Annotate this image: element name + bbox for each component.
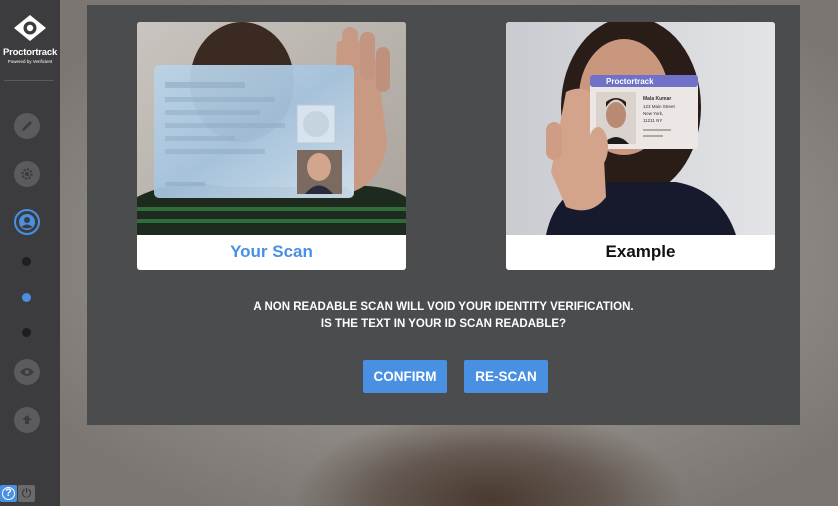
upload-icon[interactable] [14,407,40,433]
eye-icon[interactable] [14,359,40,385]
step-dot-3 [22,328,31,337]
confirm-button[interactable]: CONFIRM [363,360,447,393]
eye-logo-icon [13,14,47,42]
example-card: Proctortrack Mala Kumar 123 Main Street … [506,22,775,270]
rescan-button[interactable]: RE-SCAN [464,360,548,393]
example-id-address1: 123 Main Street [643,104,676,109]
example-id-name: Mala Kumar [643,96,671,102]
step-dot-1 [22,257,31,266]
sidebar-divider [4,80,54,81]
help-icon: ? [2,487,15,500]
power-icon: ⏻ [21,486,32,500]
power-button[interactable]: ⏻ [18,485,35,502]
example-caption: Example [605,242,676,261]
gear-icon[interactable] [14,161,40,187]
id-scan-review-modal: Your Scan Proctortrack Mala Kumar 123 Ma… [87,5,800,425]
example-id-address2: New York, [643,111,663,116]
help-button[interactable]: ? [0,485,17,502]
proctortrack-logo: Proctortrack Powered by Verificient [0,14,60,64]
your-scan-image [137,22,406,235]
example-image: Proctortrack Mala Kumar 123 Main Street … [506,22,775,235]
readability-warning: A NON READABLE SCAN WILL VOID YOUR IDENT… [87,299,800,333]
user-icon[interactable] [14,209,40,235]
step-dot-2-active [22,293,31,302]
your-scan-caption: Your Scan [230,242,313,261]
your-scan-card: Your Scan [137,22,406,270]
logo-text: Proctortrack [2,47,58,58]
example-id-brand: Proctortrack [606,77,654,86]
pencil-icon[interactable] [14,113,40,139]
sidebar: Proctortrack Powered by Verificient ? ⏻ [0,0,60,506]
example-id-address3: 11211 NY [643,118,662,123]
logo-subtext: Powered by Verificient [7,59,53,64]
warning-line-2: IS THE TEXT IN YOUR ID SCAN READABLE? [320,318,567,330]
warning-line-1: A NON READABLE SCAN WILL VOID YOUR IDENT… [253,301,634,313]
